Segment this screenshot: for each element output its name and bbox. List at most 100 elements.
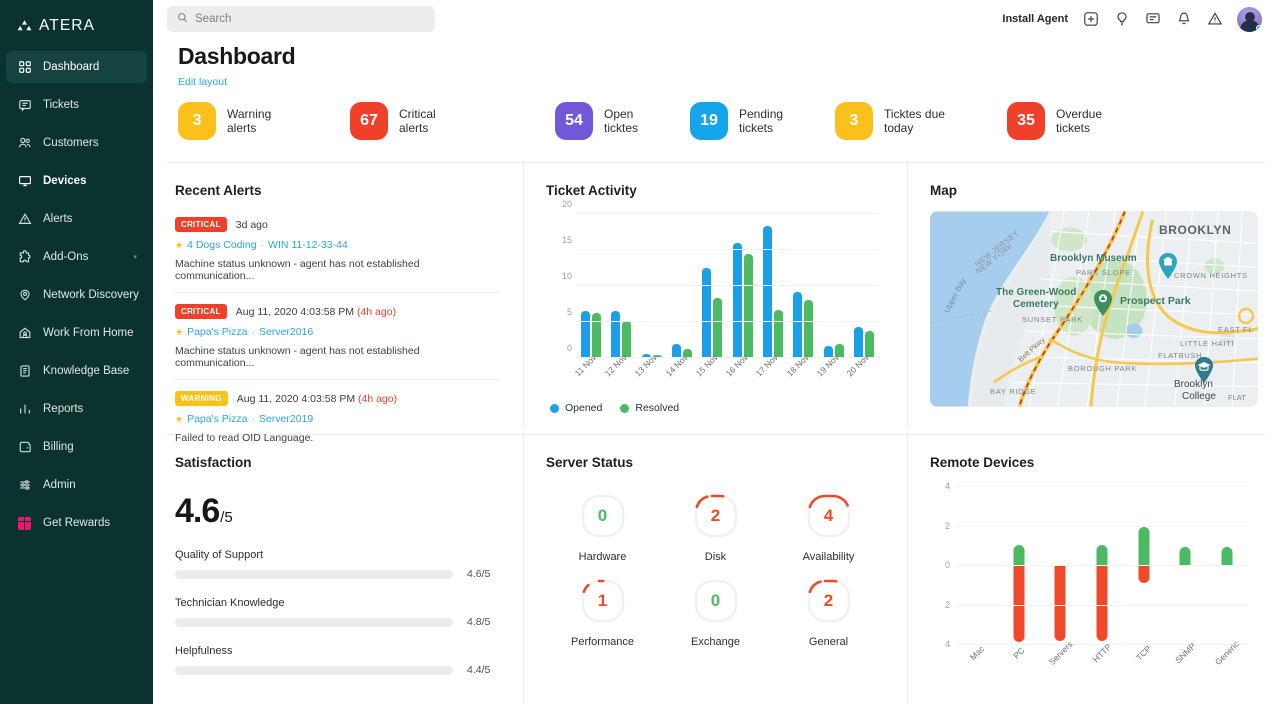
museum-pin[interactable] [1158,253,1178,279]
list-item[interactable]: CRITICAL Aug 11, 2020 4:03:58 PM (4h ago… [175,292,501,379]
sidebar-item-reports[interactable]: Reports [6,393,147,425]
sidebar-item-work-from-home[interactable]: Work From Home [6,317,147,349]
sidebar-item-devices[interactable]: Devices [6,165,147,197]
search-input[interactable]: Search [167,6,435,32]
gauge-ring: 0 [692,577,740,625]
satisfaction-row-helpfulness: Helpfulness 4.4/5 [175,645,501,676]
gauge-value: 2 [692,492,740,540]
status-badge: WARNING [175,391,228,406]
server-status-general[interactable]: 2General [772,577,885,648]
brand-logo[interactable]: ATERA [0,8,153,47]
y-axis-tick: 2 [930,600,950,610]
stat-label: Critical alerts [399,107,436,136]
bar-opened[interactable] [581,311,590,358]
sidebar-item-alerts[interactable]: Alerts [6,203,147,235]
bar-online[interactable] [1013,545,1024,565]
server-status-performance[interactable]: 1Performance [546,577,659,648]
bar-resolved[interactable] [713,298,722,358]
bar-resolved[interactable] [744,254,753,358]
bar-opened[interactable] [702,268,711,358]
bar-group[interactable] [606,214,636,358]
map-label-prospect-park: Prospect Park [1120,295,1191,307]
bar-group[interactable] [818,214,848,358]
bar-online[interactable] [1180,547,1191,565]
bar-online[interactable] [1097,545,1108,565]
bar-group[interactable] [849,214,879,358]
stat-card-warning-alerts[interactable]: 3 Warning alerts [178,102,350,140]
bar-group[interactable] [576,214,606,358]
sidebar-item-knowledge-base[interactable]: Knowledge Base [6,355,147,387]
stat-label: Open ticktes [604,107,638,136]
server-status-exchange[interactable]: 0Exchange [659,577,772,648]
legend-item-resolved[interactable]: Resolved [620,402,679,414]
sidebar-item-tickets[interactable]: Tickets [6,89,147,121]
alert-device-link[interactable]: Server2016 [259,326,313,338]
avatar[interactable] [1237,7,1262,32]
server-status-hardware[interactable]: 0Hardware [546,492,659,563]
alert-device-link[interactable]: Server2019 [259,413,313,425]
y-axis-tick: 10 [548,271,572,281]
sidebar-item-network-discovery[interactable]: Network Discovery [6,279,147,311]
bar-opened[interactable] [793,292,802,358]
bar-opened[interactable] [763,226,772,358]
map-canvas[interactable]: BROOKLYN Brooklyn Museum PARK SLOPE CROW… [930,211,1258,407]
bar-resolved[interactable] [804,300,813,358]
alert-customer-link[interactable]: 4 Dogs Coding [187,239,256,251]
map-label-crown-heights: CROWN HEIGHTS [1174,271,1248,280]
bar-offline[interactable] [1055,565,1066,641]
panel-title: Ticket Activity [546,183,885,198]
sidebar-item-admin[interactable]: Admin [6,469,147,501]
bar-group[interactable] [758,214,788,358]
bar-opened[interactable] [611,311,620,358]
map-label-greenwood-2: Cemetery [1013,299,1059,310]
college-pin[interactable] [1194,357,1214,383]
stat-card-overdue-tickets[interactable]: 35 Overdue tickets [1007,102,1102,140]
server-status-disk[interactable]: 2Disk [659,492,772,563]
stat-card-critical-alerts[interactable]: 67 Critical alerts [350,102,555,140]
legend-swatch [550,404,559,413]
stat-card-pending-tickets[interactable]: 19 Pending tickets [690,102,835,140]
alert-customer-link[interactable]: Papa's Pizza [187,326,247,338]
bar-group[interactable] [667,214,697,358]
message-icon[interactable] [1144,11,1161,28]
plus-square-icon[interactable] [1082,11,1099,28]
bar-online[interactable] [1138,527,1149,565]
panel-satisfaction: Satisfaction 4.6 /5 Quality of Support 4… [153,435,523,704]
bar-offline[interactable] [1097,565,1108,641]
bell-icon[interactable] [1175,11,1192,28]
alert-customer-link[interactable]: Papa's Pizza [187,413,247,425]
customers-people-icon [17,136,32,151]
alert-ago: (4h ago) [357,306,396,318]
alert-device-link[interactable]: WIN 11-12-33-44 [268,239,348,251]
bar-group[interactable] [727,214,757,358]
sidebar-item-add-ons[interactable]: Add-Ons ▾ [6,241,147,273]
legend-item-opened[interactable]: Opened [550,402,602,414]
bar-offline[interactable] [1138,565,1149,583]
cemetery-pin[interactable] [1093,290,1113,316]
bar-resolved[interactable] [774,310,783,358]
sidebar-item-get-rewards[interactable]: Get Rewards [6,507,147,539]
warning-triangle-icon[interactable] [1206,11,1223,28]
bar-group[interactable] [637,214,667,358]
stat-card-open-tickets[interactable]: 54 Open ticktes [555,102,690,140]
stat-card-tickets-due-today[interactable]: 3 Ticktes due today [835,102,1007,140]
bar-opened[interactable] [733,243,742,358]
chart-bars [576,214,879,358]
lightbulb-icon[interactable] [1113,11,1130,28]
bar-online[interactable] [1222,547,1233,565]
sidebar-item-billing[interactable]: Billing [6,431,147,463]
wallet-icon [17,440,32,455]
bar-group[interactable] [697,214,727,358]
stat-label: Overdue tickets [1056,107,1102,136]
bar-offline[interactable] [1013,565,1024,642]
bar-group[interactable] [788,214,818,358]
install-agent-button[interactable]: Install Agent [1002,13,1068,25]
sidebar-item-dashboard[interactable]: Dashboard [6,51,147,83]
edit-layout-link[interactable]: Edit layout [178,76,1280,88]
sidebar-item-customers[interactable]: Customers [6,127,147,159]
list-item[interactable]: CRITICAL 3d ago ★ 4 Dogs Coding · WIN 11… [175,210,501,292]
bar-resolved[interactable] [622,321,631,358]
grid-line [576,249,879,250]
server-status-availability[interactable]: 4Availability [772,492,885,563]
chevron-down-icon: ▾ [133,253,137,261]
